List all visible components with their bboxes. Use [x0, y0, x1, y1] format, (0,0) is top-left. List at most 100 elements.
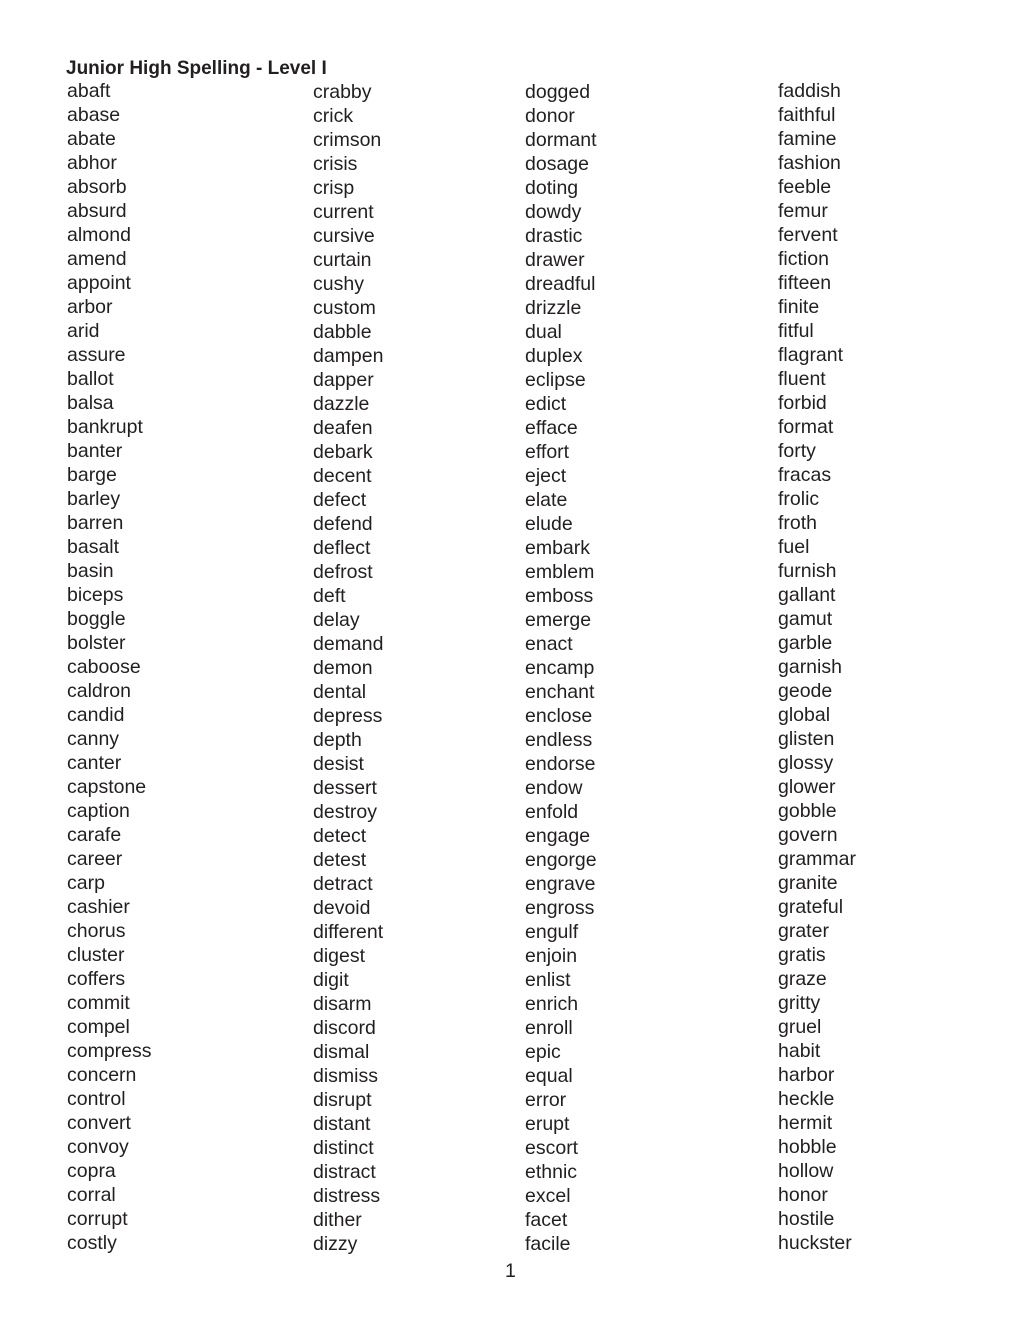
spelling-word: compress — [67, 1040, 152, 1062]
spelling-word: custom — [313, 297, 376, 319]
spelling-word: flagrant — [778, 344, 844, 366]
spelling-word: cursive — [313, 225, 375, 247]
spelling-word: barge — [67, 464, 117, 486]
spelling-word: dismiss — [313, 1065, 379, 1087]
word-column-1: abaft abase abate abhor absorb absurd almond am… — [67, 79, 152, 1255]
spelling-word: doting — [525, 177, 579, 199]
spelling-word: engross — [525, 897, 595, 919]
word-column-4: faddish faithful famine fashion feeble femur f… — [778, 79, 856, 1255]
spelling-word: biceps — [67, 584, 124, 606]
spelling-word: banter — [67, 440, 123, 462]
word-column-2: crabby crick crimson crisis crisp current curs… — [313, 80, 383, 1256]
spelling-word: current — [313, 201, 374, 223]
spelling-word: deft — [313, 585, 346, 607]
spelling-word: discord — [313, 1017, 376, 1039]
spelling-word: canter — [67, 752, 122, 774]
spelling-word: detect — [313, 825, 367, 847]
spelling-word: escort — [525, 1137, 579, 1159]
spelling-word: enlist — [525, 969, 571, 991]
spelling-word: hobble — [778, 1136, 837, 1158]
spelling-word: deflect — [313, 537, 371, 559]
spelling-word: facile — [525, 1233, 571, 1255]
spelling-word: dental — [313, 681, 367, 703]
spelling-word: gamut — [778, 608, 833, 630]
spelling-word: depress — [313, 705, 383, 727]
spelling-word: abaft — [67, 80, 111, 102]
page-number: 1 — [505, 1260, 516, 1282]
spelling-word: effort — [525, 441, 570, 463]
spelling-word: emboss — [525, 585, 594, 607]
spelling-word: fervent — [778, 224, 838, 246]
spelling-word: assure — [67, 344, 126, 366]
spelling-word: fracas — [778, 464, 832, 486]
spelling-word: finite — [778, 296, 820, 318]
spelling-word: canny — [67, 728, 120, 750]
spelling-word: endow — [525, 777, 583, 799]
spelling-word: curtain — [313, 249, 372, 271]
spelling-word: crisis — [313, 153, 358, 175]
spelling-word: abate — [67, 128, 116, 150]
spelling-word: debark — [313, 441, 373, 463]
spelling-word: furnish — [778, 560, 837, 582]
spelling-word: arbor — [67, 296, 113, 318]
spelling-word: eclipse — [525, 369, 586, 391]
spelling-word: dither — [313, 1209, 362, 1231]
spelling-word: emerge — [525, 609, 592, 631]
spelling-word: geode — [778, 680, 833, 702]
spelling-word: chorus — [67, 920, 126, 942]
spelling-word: drawer — [525, 249, 585, 271]
spelling-word: capstone — [67, 776, 147, 798]
spelling-word: faddish — [778, 80, 841, 102]
spelling-word: dazzle — [313, 393, 370, 415]
spelling-word: dabble — [313, 321, 372, 343]
spelling-word: gallant — [778, 584, 836, 606]
spelling-word: fiction — [778, 248, 829, 270]
spelling-word: compel — [67, 1016, 130, 1038]
spelling-word: hermit — [778, 1112, 833, 1134]
spelling-word: elude — [525, 513, 573, 535]
spelling-word: glossy — [778, 752, 834, 774]
spelling-word: enfold — [525, 801, 579, 823]
spelling-word: grater — [778, 920, 829, 942]
spelling-word: frolic — [778, 488, 820, 510]
spelling-word: emblem — [525, 561, 595, 583]
spelling-word: desist — [313, 753, 364, 775]
spelling-word: garnish — [778, 656, 842, 678]
spelling-word: garble — [778, 632, 833, 654]
spelling-word: ethnic — [525, 1161, 578, 1183]
spelling-word: enchant — [525, 681, 595, 703]
spelling-word: ballot — [67, 368, 114, 390]
word-column-3: dogged donor dormant dosage doting dowdy drast… — [525, 80, 597, 1256]
spelling-word: cluster — [67, 944, 125, 966]
spelling-word: crick — [313, 105, 354, 127]
spelling-word: dapper — [313, 369, 374, 391]
spelling-word: hostile — [778, 1208, 835, 1230]
spelling-word: feeble — [778, 176, 832, 198]
spelling-word: enjoin — [525, 945, 578, 967]
spelling-word: disrupt — [313, 1089, 372, 1111]
spelling-word: detract — [313, 873, 373, 895]
spelling-word: candid — [67, 704, 125, 726]
spelling-word: equal — [525, 1065, 573, 1087]
spelling-word: engrave — [525, 873, 596, 895]
spelling-word: deafen — [313, 417, 373, 439]
spelling-word: barley — [67, 488, 121, 510]
spelling-word: endless — [525, 729, 593, 751]
spelling-word: defrost — [313, 561, 373, 583]
spelling-word: honor — [778, 1184, 828, 1206]
spelling-word: absorb — [67, 176, 127, 198]
spelling-word: abase — [67, 104, 121, 126]
spelling-word: career — [67, 848, 123, 870]
spelling-word: format — [778, 416, 834, 438]
spelling-word: cushy — [313, 273, 364, 295]
spelling-word: dampen — [313, 345, 384, 367]
spelling-word: depth — [313, 729, 362, 751]
spelling-word: digest — [313, 945, 366, 967]
spelling-word: grateful — [778, 896, 844, 918]
spelling-word: decent — [313, 465, 372, 487]
spelling-word: efface — [525, 417, 578, 439]
spelling-word: dual — [525, 321, 562, 343]
spelling-word: distress — [313, 1185, 381, 1207]
spelling-word: harbor — [778, 1064, 835, 1086]
spelling-word: epic — [525, 1041, 561, 1063]
